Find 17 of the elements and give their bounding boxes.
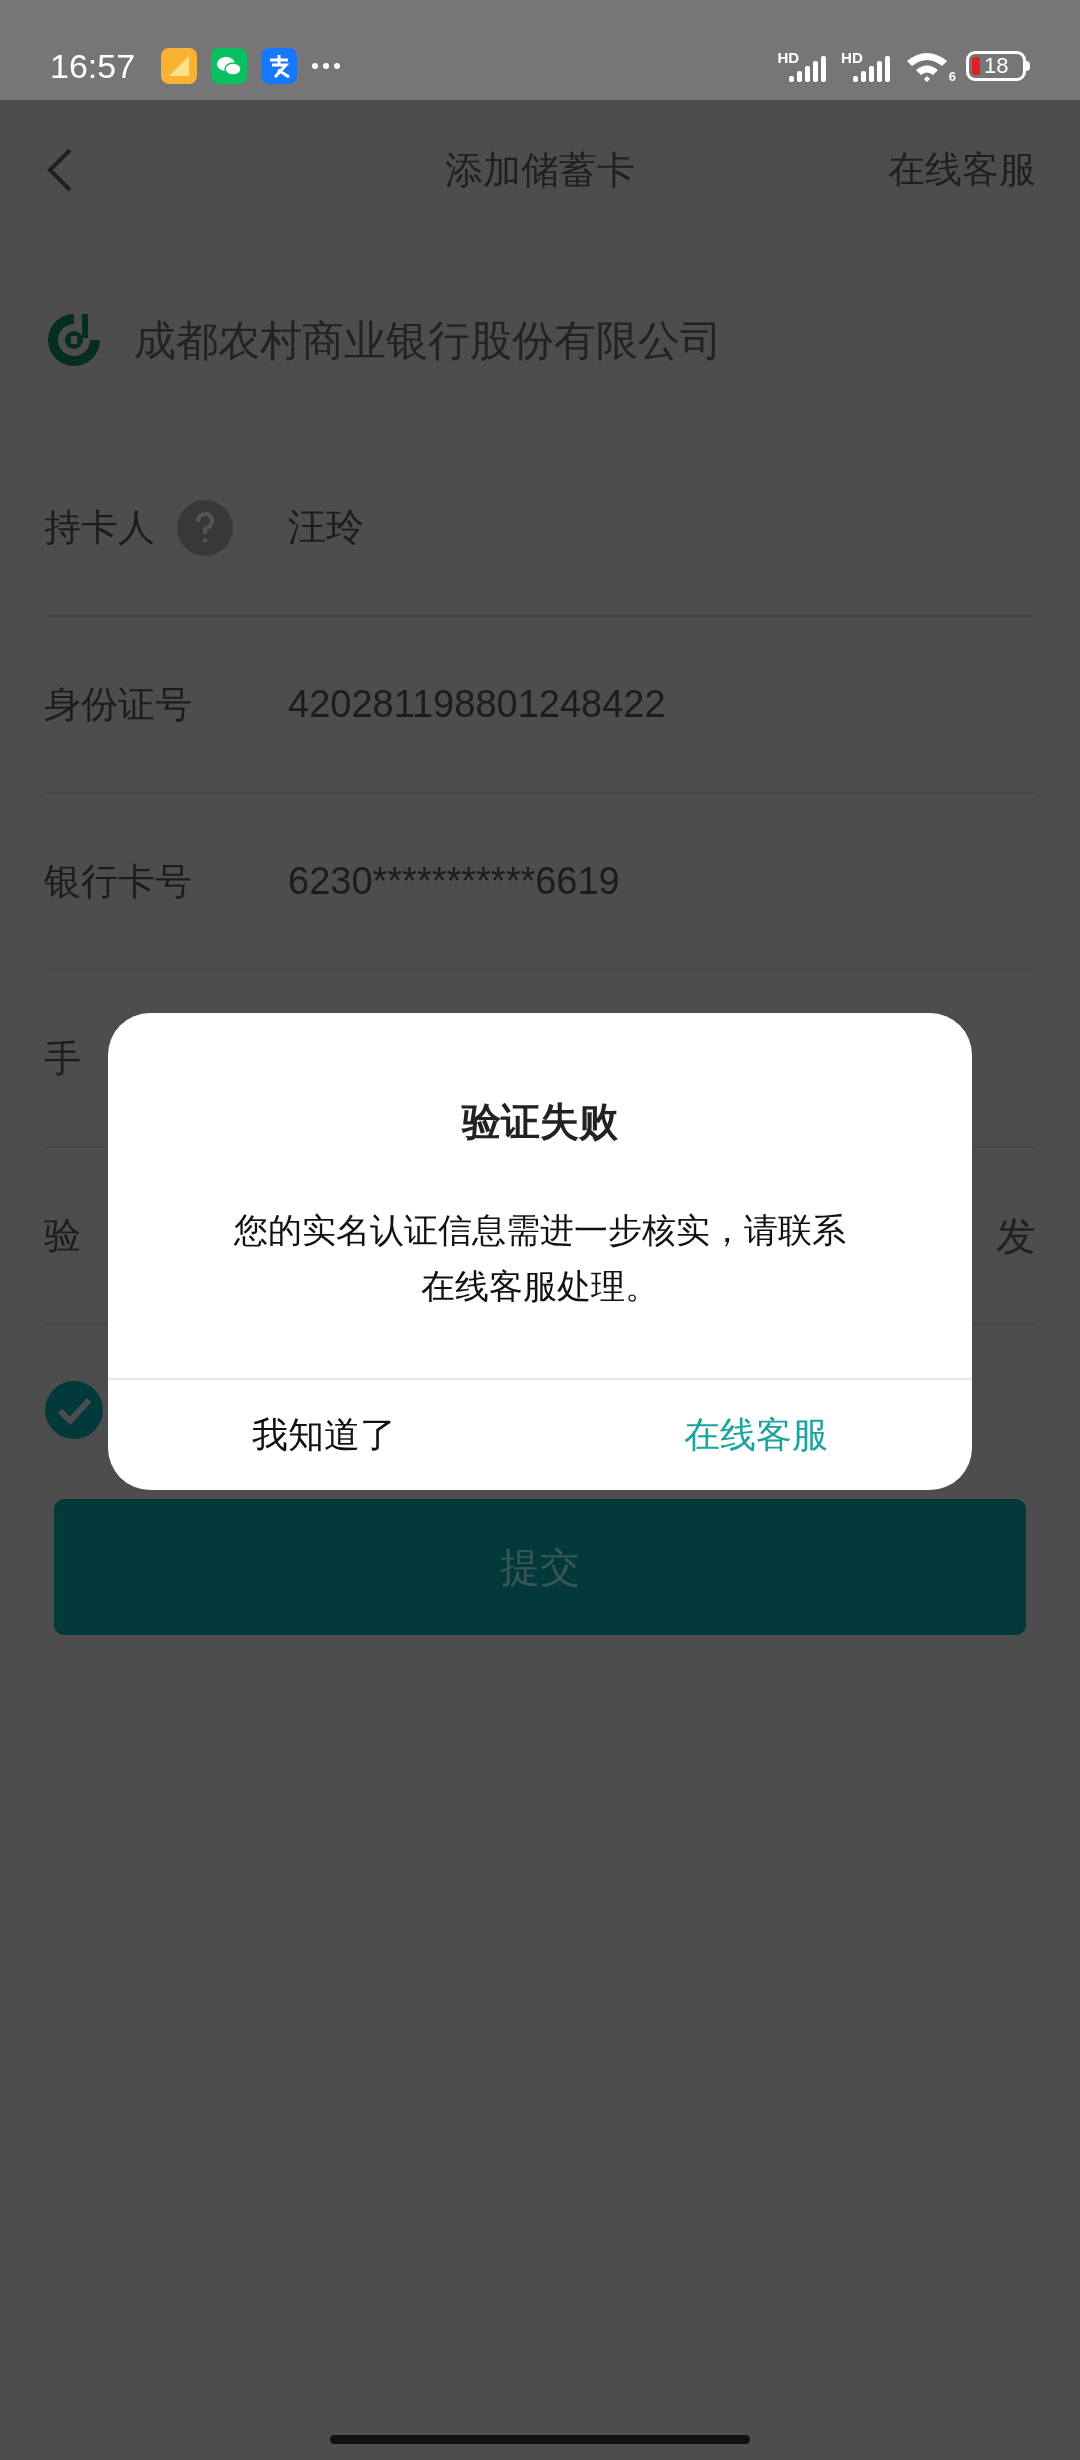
payment-app-icon (261, 48, 298, 84)
wifi-label: 6 (948, 70, 956, 83)
help-icon[interactable] (177, 499, 233, 556)
battery-level: 18 (984, 55, 1009, 77)
dialog-button[interactable]: 在线客服 (540, 1379, 972, 1490)
chat-app-icon (211, 48, 248, 84)
notes-app-icon (161, 48, 198, 84)
status-time: 16:57 (50, 45, 136, 87)
agreement-checkbox[interactable] (44, 1380, 104, 1440)
signal-label: HD (841, 50, 863, 65)
more-icon (311, 62, 342, 70)
signal-label: HD (777, 50, 800, 65)
dialog-title: 验证失败 (462, 1099, 618, 1145)
dialog-button[interactable]: 我知道了 (108, 1379, 540, 1490)
dialog-message: 您的实名认证信息需进一步核实，请联系在线客服处理。 (233, 1209, 847, 1307)
submit-button[interactable]: 提交 (54, 1499, 1026, 1635)
battery-fill-icon (972, 57, 980, 75)
